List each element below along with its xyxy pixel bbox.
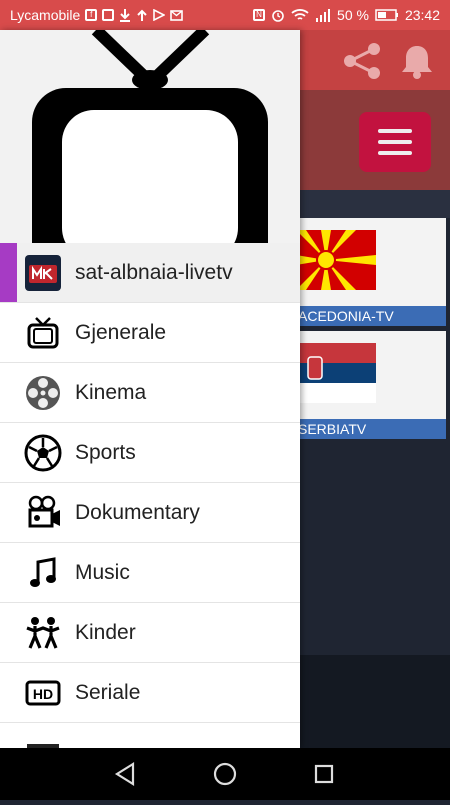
status-bar: Lycamobile f N 50 % 23:42 xyxy=(0,0,450,30)
serbia-flag-image xyxy=(296,343,376,403)
soccer-ball-icon xyxy=(23,433,63,473)
tv-icon xyxy=(23,313,63,353)
drawer-item-label: Kinder xyxy=(75,620,136,644)
nfc-icon: N xyxy=(253,9,266,21)
system-navigation-bar xyxy=(0,748,450,800)
drawer-item-label: Seriale xyxy=(75,680,141,704)
wifi-icon xyxy=(291,8,309,22)
back-button[interactable] xyxy=(114,762,135,786)
wifi-up-icon xyxy=(136,8,148,22)
download-icon xyxy=(119,8,131,22)
app-logo-icon xyxy=(23,253,63,293)
mail-icon xyxy=(170,9,184,21)
video-camera-icon xyxy=(23,493,63,533)
drawer-item-gjenerale[interactable]: Gjenerale xyxy=(0,303,300,363)
notification-bell-icon[interactable] xyxy=(398,42,436,85)
signal-icon xyxy=(315,8,331,22)
menu-button[interactable] xyxy=(359,112,431,172)
drawer-item-label: Gjenerale xyxy=(75,320,167,344)
drawer-item-kinder[interactable]: Kinder xyxy=(0,603,300,663)
partial-item-icon xyxy=(23,733,63,748)
home-button[interactable] xyxy=(213,762,237,786)
tv-logo-icon xyxy=(32,30,268,243)
film-reel-icon xyxy=(23,373,63,413)
drawer-menu: sat-albnaia-livetv Gjenerale Kinema Spor… xyxy=(0,243,300,748)
battery-icon xyxy=(375,9,399,21)
kids-icon xyxy=(23,613,63,653)
play-store-icon xyxy=(153,9,166,21)
drawer-item-label: Kinema xyxy=(75,380,147,404)
drawer-item-label: sat-albnaia-livetv xyxy=(75,260,233,284)
macedonia-flag-image xyxy=(296,230,376,290)
drawer-item-sports[interactable]: Sports xyxy=(0,423,300,483)
share-icon[interactable] xyxy=(340,42,384,85)
drawer-item-label: Music xyxy=(75,560,130,584)
music-note-icon xyxy=(23,553,63,593)
drawer-item-dokumentary[interactable]: Dokumentary xyxy=(0,483,300,543)
channel-label: ACEDONIA-TV xyxy=(288,306,446,326)
drawer-header xyxy=(0,30,300,243)
drawer-item-kinema[interactable]: Kinema xyxy=(0,363,300,423)
hd-icon: HD xyxy=(23,673,63,713)
battery-percent: 50 % xyxy=(337,7,369,23)
recents-button[interactable] xyxy=(314,764,334,784)
drawer-item-partial[interactable] xyxy=(0,723,300,748)
drawer-item-app[interactable]: sat-albnaia-livetv xyxy=(0,243,300,303)
clock: 23:42 xyxy=(404,7,440,23)
facebook-icon: f xyxy=(85,9,98,21)
channel-label: SERBIATV xyxy=(288,419,446,439)
carrier-name: Lycamobile xyxy=(10,7,81,23)
drawer-item-label: Sports xyxy=(75,440,136,464)
svg-text:HD: HD xyxy=(33,686,53,702)
image-icon xyxy=(102,9,115,21)
drawer-item-label: Dokumentary xyxy=(75,500,200,524)
drawer-item-seriale[interactable]: HD Seriale xyxy=(0,663,300,723)
channel-card-serbia[interactable]: SERBIATV xyxy=(288,331,446,439)
navigation-drawer: sat-albnaia-livetv Gjenerale Kinema Spor… xyxy=(0,30,300,748)
drawer-item-music[interactable]: Music xyxy=(0,543,300,603)
alarm-icon xyxy=(271,8,285,22)
channel-card-macedonia[interactable]: ACEDONIA-TV xyxy=(288,218,446,326)
